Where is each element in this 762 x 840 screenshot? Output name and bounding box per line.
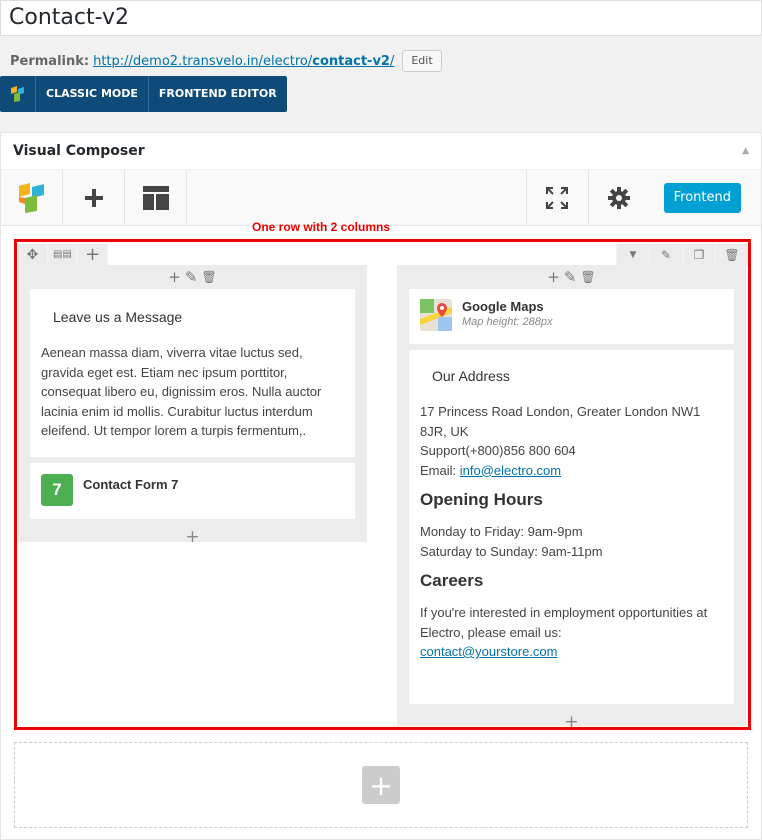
email-line: Email: info@electro.com: [420, 462, 562, 478]
text-block-body: Aenean massa diam, viverra vitae luctus …: [41, 345, 322, 438]
text-block-element[interactable]: Leave us a Message Aenean massa diam, vi…: [30, 289, 355, 457]
edit-column-icon[interactable]: ✎: [564, 268, 577, 286]
post-title-input[interactable]: Contact-v2: [0, 0, 762, 36]
add-element-button[interactable]: [63, 169, 125, 226]
add-element-icon[interactable]: +: [168, 268, 181, 286]
toggle-row-icon[interactable]: ▼: [616, 244, 649, 265]
permalink-label: Permalink:: [10, 53, 90, 69]
permalink-edit-button[interactable]: Edit: [402, 50, 442, 72]
permalink-link[interactable]: http://demo2.transvelo.in/electro/contac…: [93, 54, 394, 69]
delete-column-icon[interactable]: 🗑: [201, 270, 216, 284]
vc-brand-icon: [18, 182, 44, 213]
google-maps-element[interactable]: Google Maps Map height: 288px: [409, 289, 734, 344]
layout-template-icon: [142, 185, 169, 210]
plus-icon: +: [369, 768, 393, 802]
expand-icon: [546, 187, 569, 209]
column-controls: + ✎ 🗑: [397, 265, 746, 289]
add-element-icon[interactable]: +: [547, 268, 560, 286]
edit-row-icon[interactable]: ✎: [649, 244, 682, 265]
composer-toolbar: Frontend: [1, 169, 761, 226]
add-row-button[interactable]: +: [362, 766, 400, 804]
address-title: Our Address: [432, 368, 510, 384]
row-controls-right: ▼ ✎ ❐ 🗑: [616, 244, 748, 265]
contact-form-element[interactable]: 7 Contact Form 7: [30, 463, 355, 519]
settings-button[interactable]: [587, 170, 650, 226]
vc-logo-icon: [0, 76, 36, 112]
fullscreen-button[interactable]: [525, 170, 588, 226]
add-row-area: +: [14, 742, 748, 828]
classic-mode-button[interactable]: CLASSIC MODE: [36, 76, 149, 112]
careers-email-link[interactable]: contact@yourstore.com: [420, 644, 557, 659]
address-line: 17 Princess Road London, Greater London …: [420, 404, 701, 439]
editor-mode-bar: CLASSIC MODE FRONTEND EDITOR: [0, 76, 287, 112]
row-layout-icon[interactable]: ▤▤: [48, 244, 78, 265]
opening-hours-heading: Opening Hours: [420, 490, 543, 509]
weekday-hours: Monday to Friday: 9am-9pm: [420, 524, 583, 539]
add-element-bottom-icon[interactable]: +: [18, 525, 367, 549]
column-left: + ✎ 🗑 Leave us a Message Aenean massa di…: [18, 265, 367, 547]
contact-form-icon: 7: [41, 474, 73, 506]
support-line: Support(+800)856 800 604: [420, 443, 576, 458]
delete-row-icon[interactable]: 🗑: [715, 244, 748, 265]
row-controls-left: ✥ ▤▤ +: [18, 244, 108, 265]
templates-button[interactable]: [125, 169, 187, 226]
careers-heading: Careers: [420, 571, 484, 590]
move-row-icon[interactable]: ✥: [18, 244, 48, 265]
text-block-title: Leave us a Message: [53, 309, 183, 325]
email-link[interactable]: info@electro.com: [460, 463, 561, 478]
google-maps-icon: [420, 299, 452, 331]
google-maps-label: Google Maps: [462, 299, 544, 314]
map-height-text: Map height: 288px: [462, 316, 553, 328]
careers-text: If you're interested in employment oppor…: [420, 605, 708, 640]
edit-column-icon[interactable]: ✎: [185, 268, 198, 286]
column-right: + ✎ 🗑 Google Maps Map height: 288px Our …: [397, 265, 746, 732]
column-controls: + ✎ 🗑: [18, 265, 367, 289]
contact-form-label: Contact Form 7: [83, 477, 179, 492]
collapse-arrow-icon[interactable]: ▲: [742, 146, 749, 156]
panel-title: Visual Composer: [13, 143, 145, 159]
frontend-button[interactable]: Frontend: [663, 183, 741, 213]
clone-row-icon[interactable]: ❐: [682, 244, 715, 265]
vc-logo-button[interactable]: [1, 169, 63, 226]
annotation-label: One row with 2 columns: [252, 220, 391, 234]
frontend-editor-button[interactable]: FRONTEND EDITOR: [149, 76, 287, 112]
delete-column-icon[interactable]: 🗑: [580, 270, 595, 284]
panel-header: Visual Composer ▲: [1, 133, 761, 170]
permalink-bar: Permalink: http://demo2.transvelo.in/ele…: [10, 50, 442, 72]
add-element-bottom-icon[interactable]: +: [397, 710, 746, 734]
address-text-block[interactable]: Our Address 17 Princess Road London, Gre…: [409, 350, 734, 704]
add-column-icon[interactable]: +: [78, 244, 108, 265]
gear-icon: [608, 187, 631, 209]
plus-icon: [84, 188, 103, 207]
weekend-hours: Saturday to Sunday: 9am-11pm: [420, 543, 603, 559]
